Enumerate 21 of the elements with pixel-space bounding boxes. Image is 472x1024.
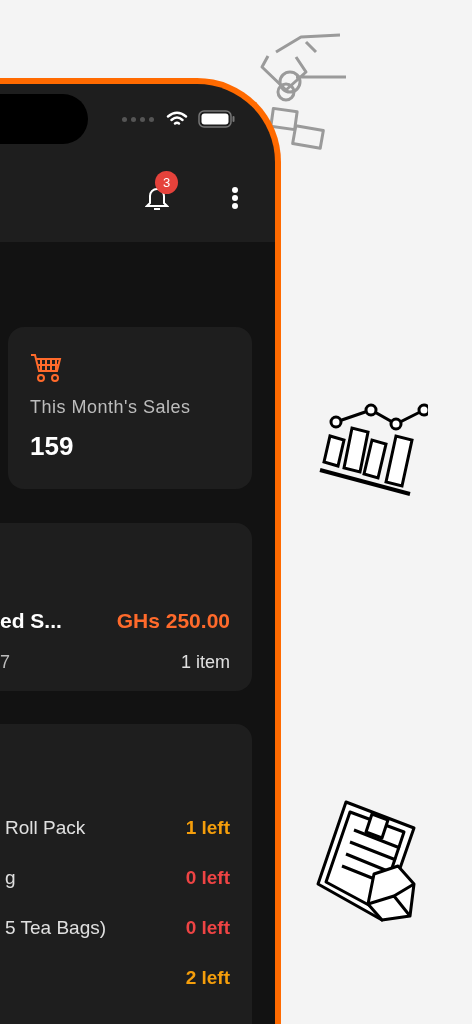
stock-count: 1 left <box>185 816 230 840</box>
sale-item-count: 1 item <box>180 650 230 674</box>
clipboard-with-box-icon <box>316 800 418 924</box>
sale-amount: GHs 250.00 <box>116 608 230 634</box>
stock-count: 0 left <box>185 916 230 940</box>
notification-bell-icon[interactable] <box>145 185 169 211</box>
product-name: g <box>4 866 16 890</box>
battery-icon <box>198 110 235 128</box>
sale-title: ed S... <box>0 608 62 634</box>
shopping-cart-icon <box>30 353 62 383</box>
wifi-icon <box>166 111 188 127</box>
stock-count: 0 left <box>185 866 230 890</box>
stat-label: This Month's Sales <box>30 396 192 419</box>
notification-count-badge: 3 <box>155 171 178 194</box>
stock-count: 2 left <box>185 966 230 990</box>
signal-icon <box>122 116 154 122</box>
stat-value: 159 <box>30 431 75 461</box>
product-name: 5 Tea Bags) <box>4 916 107 940</box>
more-options-icon[interactable] <box>231 186 239 210</box>
product-name: Roll Pack <box>4 816 86 840</box>
sale-subtitle: 7 <box>0 650 10 674</box>
